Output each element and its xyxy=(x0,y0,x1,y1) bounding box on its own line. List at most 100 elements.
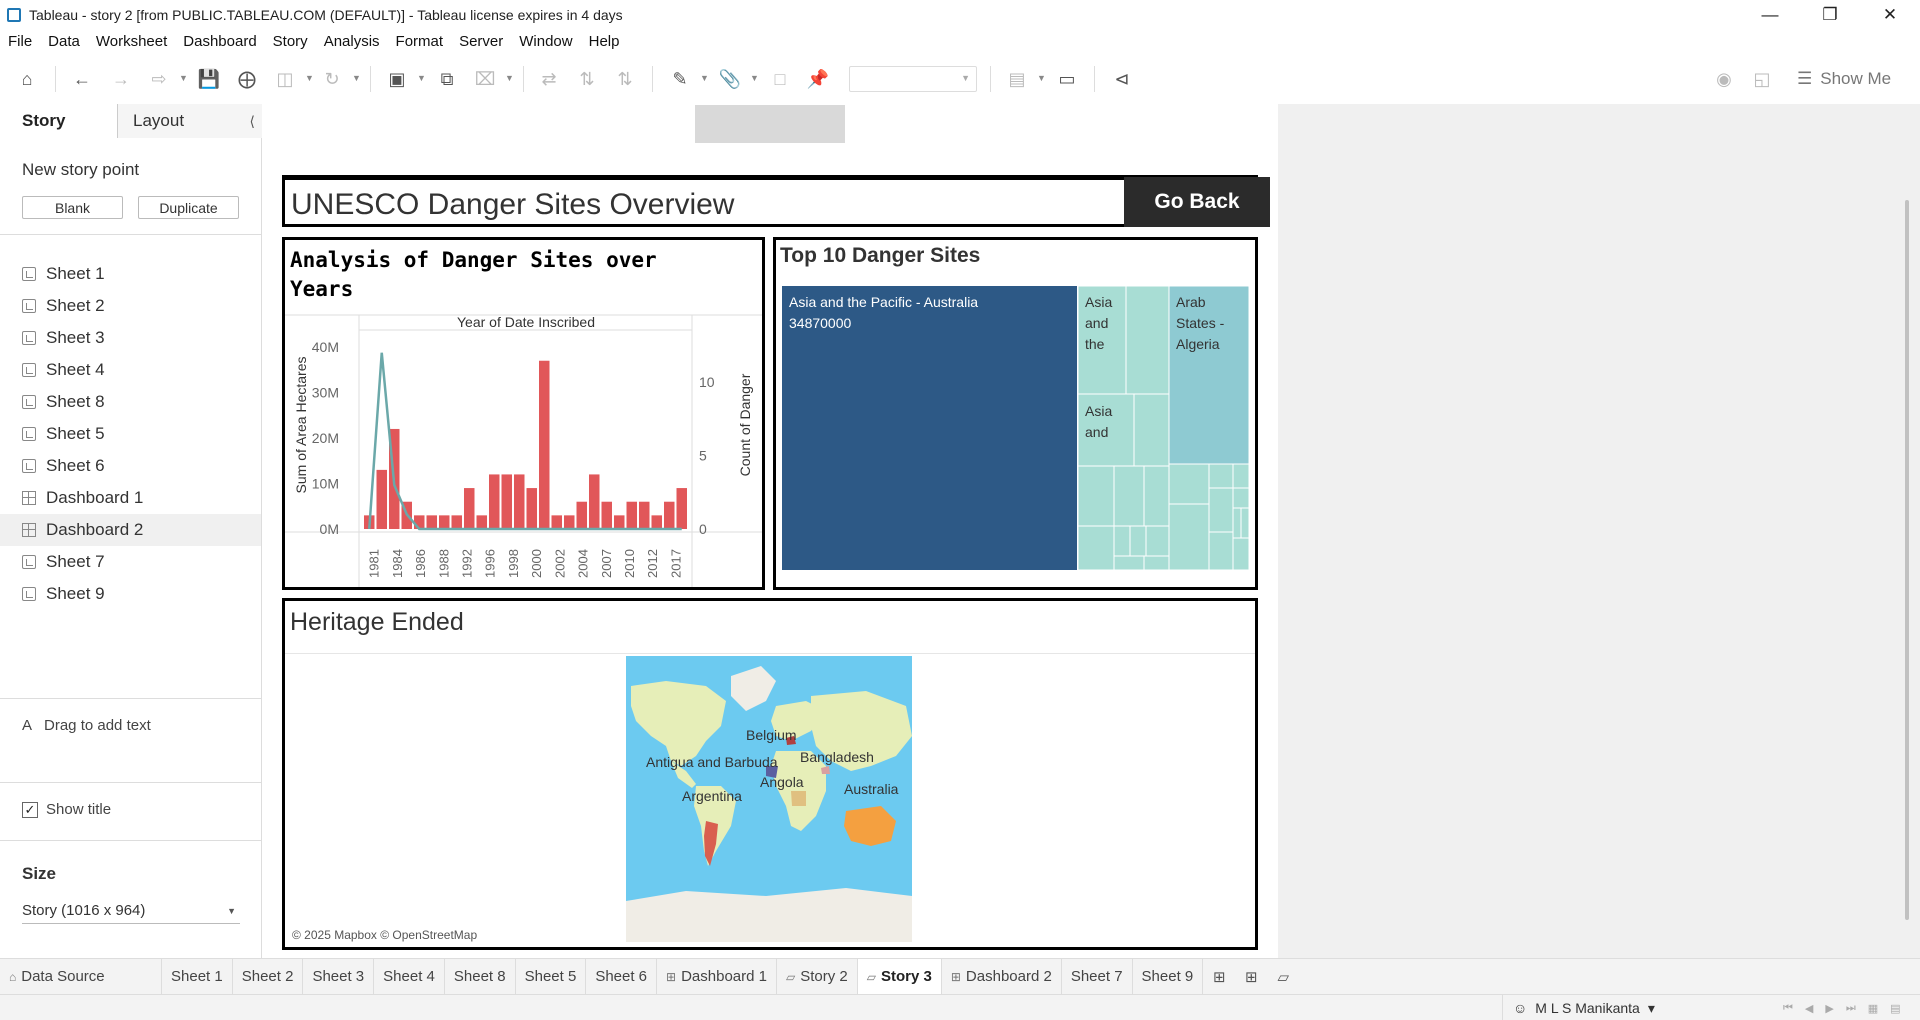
bar-area-hectares[interactable] xyxy=(526,488,538,529)
redo-icon[interactable]: → xyxy=(109,67,133,91)
sheet-list-item[interactable]: Dashboard 1 xyxy=(0,482,261,514)
show-cards-icon[interactable]: ▤ xyxy=(1005,67,1029,91)
format-painter-icon[interactable]: ◱ xyxy=(1750,67,1774,91)
bar-area-hectares[interactable] xyxy=(664,501,675,529)
bar-area-hectares[interactable] xyxy=(426,515,438,529)
sheet-tab[interactable]: Sheet 2 xyxy=(233,958,304,995)
sheet-list-item[interactable]: Sheet 4 xyxy=(0,354,261,386)
new-data-source-icon[interactable]: ⨁ xyxy=(235,67,259,91)
pause-updates-icon[interactable]: ◫ xyxy=(273,67,297,91)
new-worksheet-icon[interactable]: ▣ xyxy=(385,67,409,91)
home-icon[interactable]: ⌂ xyxy=(15,67,39,91)
sort-descending-icon[interactable]: ⇅ xyxy=(613,67,637,91)
size-select[interactable]: Story (1016 x 964) ▼ xyxy=(22,898,240,924)
menu-worksheet[interactable]: Worksheet xyxy=(88,29,175,54)
sheet-list-item[interactable]: Sheet 6 xyxy=(0,450,261,482)
sheet-list-item[interactable]: Sheet 5 xyxy=(0,418,261,450)
save-icon[interactable]: 💾 xyxy=(197,67,221,91)
menu-format[interactable]: Format xyxy=(388,29,452,54)
restore-icon[interactable]: ❐ xyxy=(1800,0,1860,29)
bar-area-hectares[interactable] xyxy=(414,515,425,529)
story-navigator-placeholder[interactable] xyxy=(695,105,845,143)
show-me-button[interactable]: ☰ Show Me xyxy=(1797,67,1891,91)
group-members-icon[interactable]: 📎 xyxy=(718,67,742,91)
close-icon[interactable]: ✕ xyxy=(1860,0,1920,29)
duplicate-button[interactable]: Duplicate xyxy=(138,196,239,219)
bar-area-hectares[interactable] xyxy=(651,515,663,529)
bar-area-hectares[interactable] xyxy=(576,501,588,529)
bar-area-hectares[interactable] xyxy=(464,488,475,529)
filmstrip-icon[interactable]: ▤ xyxy=(1890,1002,1900,1015)
user-menu[interactable]: ☺ M L S Manikanta ▾ xyxy=(1502,995,1655,1020)
refresh-icon[interactable]: ↻ xyxy=(320,67,344,91)
blank-button[interactable]: Blank xyxy=(22,196,123,219)
menu-server[interactable]: Server xyxy=(451,29,511,54)
new-dashboard-tab-icon[interactable]: ⊞ xyxy=(1235,959,1267,995)
vertical-scrollbar[interactable] xyxy=(1905,200,1909,920)
bar-area-hectares[interactable] xyxy=(501,474,513,529)
menu-analysis[interactable]: Analysis xyxy=(316,29,388,54)
bar-area-hectares[interactable] xyxy=(601,501,613,529)
ask-data-icon[interactable]: ◉ xyxy=(1712,67,1736,91)
sheet-tab[interactable]: Sheet 9 xyxy=(1133,958,1204,995)
sheet-tab[interactable]: Sheet 4 xyxy=(374,958,445,995)
sheet-tab[interactable]: ⌂ Data Source xyxy=(0,958,162,995)
new-worksheet-tab-icon[interactable]: ⊞ xyxy=(1203,959,1235,995)
dual-axis-chart[interactable]: Year of Date Inscribed Sum of Area Hecta… xyxy=(285,240,762,587)
sheet-tab[interactable]: Sheet 8 xyxy=(445,958,516,995)
menu-window[interactable]: Window xyxy=(511,29,580,54)
first-sheet-icon[interactable]: ⏮ xyxy=(1783,1002,1793,1015)
sheet-tab[interactable]: Sheet 7 xyxy=(1062,958,1133,995)
sheet-tab[interactable]: Sheet 5 xyxy=(516,958,587,995)
show-title-toggle[interactable]: ✓ Show title xyxy=(22,801,111,818)
drag-to-add-text[interactable]: A Drag to add text xyxy=(22,717,151,734)
bar-area-hectares[interactable] xyxy=(626,501,638,529)
swap-icon[interactable]: ⇄ xyxy=(537,67,561,91)
sheet-sorter-icon[interactable]: ▦ xyxy=(1868,1002,1878,1015)
bar-area-hectares[interactable] xyxy=(514,474,525,529)
sheet-tab[interactable]: Sheet 1 xyxy=(162,958,233,995)
presentation-mode-icon[interactable]: ▭ xyxy=(1055,67,1079,91)
replay-icon[interactable]: ⇨ xyxy=(147,67,171,91)
tab-layout[interactable]: Layout xyxy=(117,104,262,138)
sort-ascending-icon[interactable]: ⇅ xyxy=(575,67,599,91)
sheet-list-item[interactable]: Sheet 1 xyxy=(0,258,261,290)
go-back-button[interactable]: Go Back xyxy=(1124,177,1270,227)
sheet-tab[interactable]: Sheet 3 xyxy=(303,958,375,995)
bar-area-hectares[interactable] xyxy=(451,515,463,529)
duplicate-icon[interactable]: ⧉ xyxy=(435,67,459,91)
bar-area-hectares[interactable] xyxy=(676,488,688,529)
collapse-panel-icon[interactable]: ⟨ xyxy=(250,104,255,138)
fix-axes-icon[interactable]: 📌 xyxy=(806,67,830,91)
show-title-checkbox[interactable]: ✓ xyxy=(22,801,38,818)
menu-file[interactable]: File xyxy=(0,29,40,54)
menu-data[interactable]: Data xyxy=(40,29,88,54)
share-icon[interactable]: ⊲ xyxy=(1110,67,1134,91)
bar-area-hectares[interactable] xyxy=(639,501,650,529)
sheet-tab[interactable]: Sheet 6 xyxy=(586,958,658,995)
sheet-list-item[interactable]: Dashboard 2 xyxy=(0,514,261,546)
sheet-tab[interactable]: ▱ Story 2 xyxy=(777,958,858,995)
tab-story[interactable]: Story xyxy=(0,104,117,138)
clear-sheet-icon[interactable]: ⌧ xyxy=(473,67,497,91)
menu-help[interactable]: Help xyxy=(581,29,628,54)
bar-area-hectares[interactable] xyxy=(439,515,450,529)
next-sheet-icon[interactable]: ▶ xyxy=(1825,1002,1833,1015)
sheet-list-item[interactable]: Sheet 9 xyxy=(0,578,261,610)
sheet-list-item[interactable]: Sheet 3 xyxy=(0,322,261,354)
bar-area-hectares[interactable] xyxy=(564,515,575,529)
bar-area-hectares[interactable] xyxy=(489,474,500,529)
new-story-tab-icon[interactable]: ▱ xyxy=(1267,959,1299,995)
undo-icon[interactable]: ← xyxy=(70,67,94,91)
highlight-icon[interactable]: ✎ xyxy=(668,67,692,91)
menu-dashboard[interactable]: Dashboard xyxy=(175,29,264,54)
fit-combo[interactable]: ▼ xyxy=(849,66,977,92)
bar-area-hectares[interactable] xyxy=(614,515,625,529)
show-labels-icon[interactable]: □ xyxy=(768,67,792,91)
bar-area-hectares[interactable] xyxy=(551,515,563,529)
bar-area-hectares[interactable] xyxy=(376,469,388,529)
minimize-icon[interactable]: — xyxy=(1740,0,1800,29)
prev-sheet-icon[interactable]: ◀ xyxy=(1805,1002,1813,1015)
last-sheet-icon[interactable]: ⏭ xyxy=(1846,1002,1856,1015)
world-map[interactable]: Belgium Antigua and Barbuda Bangladesh Ango… xyxy=(626,656,912,942)
